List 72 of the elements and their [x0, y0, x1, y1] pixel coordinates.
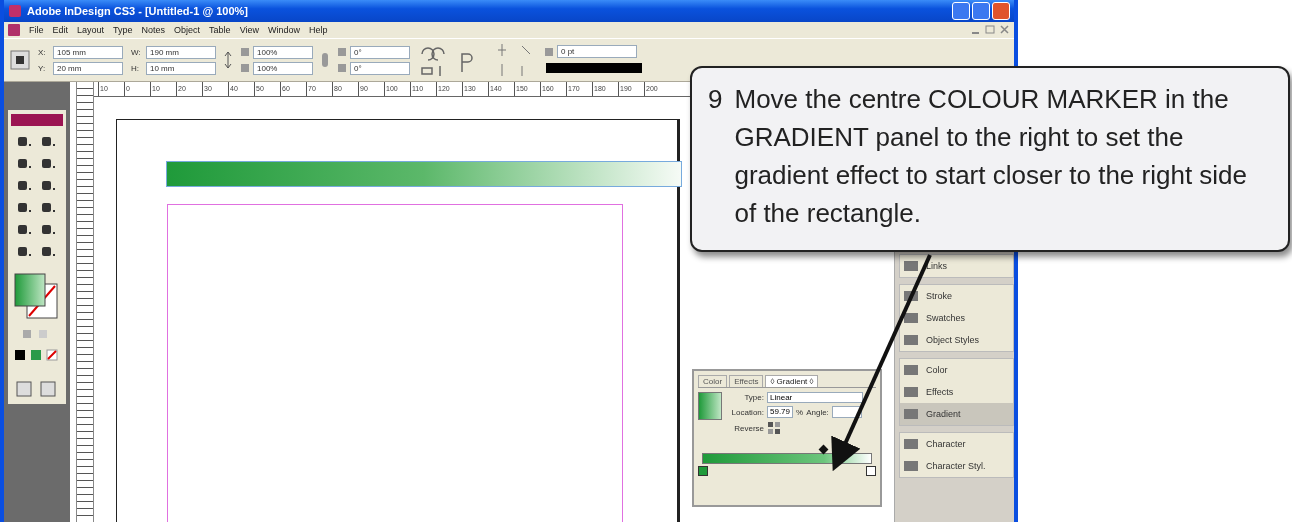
menu-item[interactable]: Help [309, 25, 328, 35]
panel-icon [904, 335, 918, 345]
input-field[interactable]: 100% [253, 45, 313, 59]
panel-tab[interactable]: Swatches [900, 307, 1013, 329]
panel-tab[interactable]: Character [900, 433, 1013, 455]
panel-icon [904, 365, 918, 375]
menu-item[interactable]: Edit [52, 25, 69, 35]
link-icon [224, 51, 232, 69]
app-icon [8, 4, 22, 18]
input-field[interactable]: 20 mm [53, 61, 123, 75]
step-number: 9 [708, 83, 723, 116]
field-label: W: [131, 47, 142, 57]
menu-item[interactable]: Type [113, 25, 133, 35]
minimize-button[interactable] [952, 2, 970, 20]
close-button[interactable] [992, 2, 1010, 20]
panel-tab[interactable]: Gradient [900, 403, 1013, 425]
panel-tab[interactable]: Effects [729, 375, 764, 387]
panel-tab[interactable]: Effects [900, 381, 1013, 403]
document-controls-icon [970, 25, 1010, 35]
input-field[interactable]: 0° [350, 45, 410, 59]
field-label: X: [38, 47, 47, 57]
menu-item[interactable]: Window [268, 25, 300, 35]
input-field[interactable]: 190 mm [146, 45, 216, 59]
panel-icon [904, 439, 918, 449]
angle-field[interactable] [831, 406, 862, 418]
location-field[interactable]: 59.79 [767, 406, 794, 418]
type-dropdown[interactable]: Linear [767, 392, 863, 403]
panel-icon [904, 261, 918, 271]
input-field[interactable]: 105 mm [53, 45, 123, 59]
menu-item[interactable]: View [239, 25, 259, 35]
instruction-text: Move the centre COLOUR MARKER in the GRADIENT panel to the right to set the gradient effect to start closer to the right side of the rectangle. [734, 83, 1249, 230]
reverse-icon [767, 421, 781, 435]
panel-tab[interactable]: Color [698, 375, 728, 387]
window-title: Adobe InDesign CS3 - [Untitled-1 @ 100%] [27, 5, 248, 17]
stroke-style-dropdown[interactable] [544, 61, 644, 75]
input-field[interactable]: 0° [350, 61, 410, 75]
menu-item[interactable]: File [29, 25, 44, 35]
menu-item[interactable]: Table [209, 25, 231, 35]
document-icon [8, 24, 20, 36]
panel-icon [904, 387, 918, 397]
logo-icon [11, 114, 63, 126]
field-label: Location: [730, 407, 764, 417]
panel-icon [904, 409, 918, 419]
maximize-button[interactable] [972, 2, 990, 20]
panel-tab[interactable]: Links [900, 255, 1013, 277]
color-stop[interactable] [866, 466, 876, 476]
field-label: Angle: [806, 407, 829, 417]
panel-tab[interactable]: Color [900, 359, 1013, 381]
field-label: Y: [38, 63, 47, 73]
menu-item[interactable]: Notes [141, 25, 166, 35]
field-label: Reverse [733, 423, 764, 433]
midpoint-marker[interactable] [818, 444, 829, 455]
reference-point-icon [10, 50, 30, 70]
input-field[interactable]: 10 mm [146, 61, 216, 75]
menu-item[interactable]: Layout [77, 25, 105, 35]
input-field[interactable]: 0 pt [557, 45, 637, 58]
menu-item[interactable]: Object [174, 25, 201, 35]
panel-tab[interactable]: Character Styl. [900, 455, 1013, 477]
gradient-swatch [698, 392, 722, 420]
panel-tab[interactable]: Object Styles [900, 329, 1013, 351]
panel-icon [904, 461, 918, 471]
panel-tab[interactable]: Stroke [900, 285, 1013, 307]
constrain-icon [321, 51, 329, 69]
unit-label: % [796, 407, 804, 417]
field-label: Type: [743, 393, 764, 402]
field-label: H: [131, 63, 140, 73]
panel-tab[interactable]: ◊ Gradient ◊ [765, 375, 819, 387]
input-field[interactable]: 100% [253, 61, 313, 75]
panel-icon [904, 291, 918, 301]
color-stop[interactable] [698, 466, 708, 476]
stroke-weight-icon [544, 46, 554, 57]
panel-icon [904, 313, 918, 323]
